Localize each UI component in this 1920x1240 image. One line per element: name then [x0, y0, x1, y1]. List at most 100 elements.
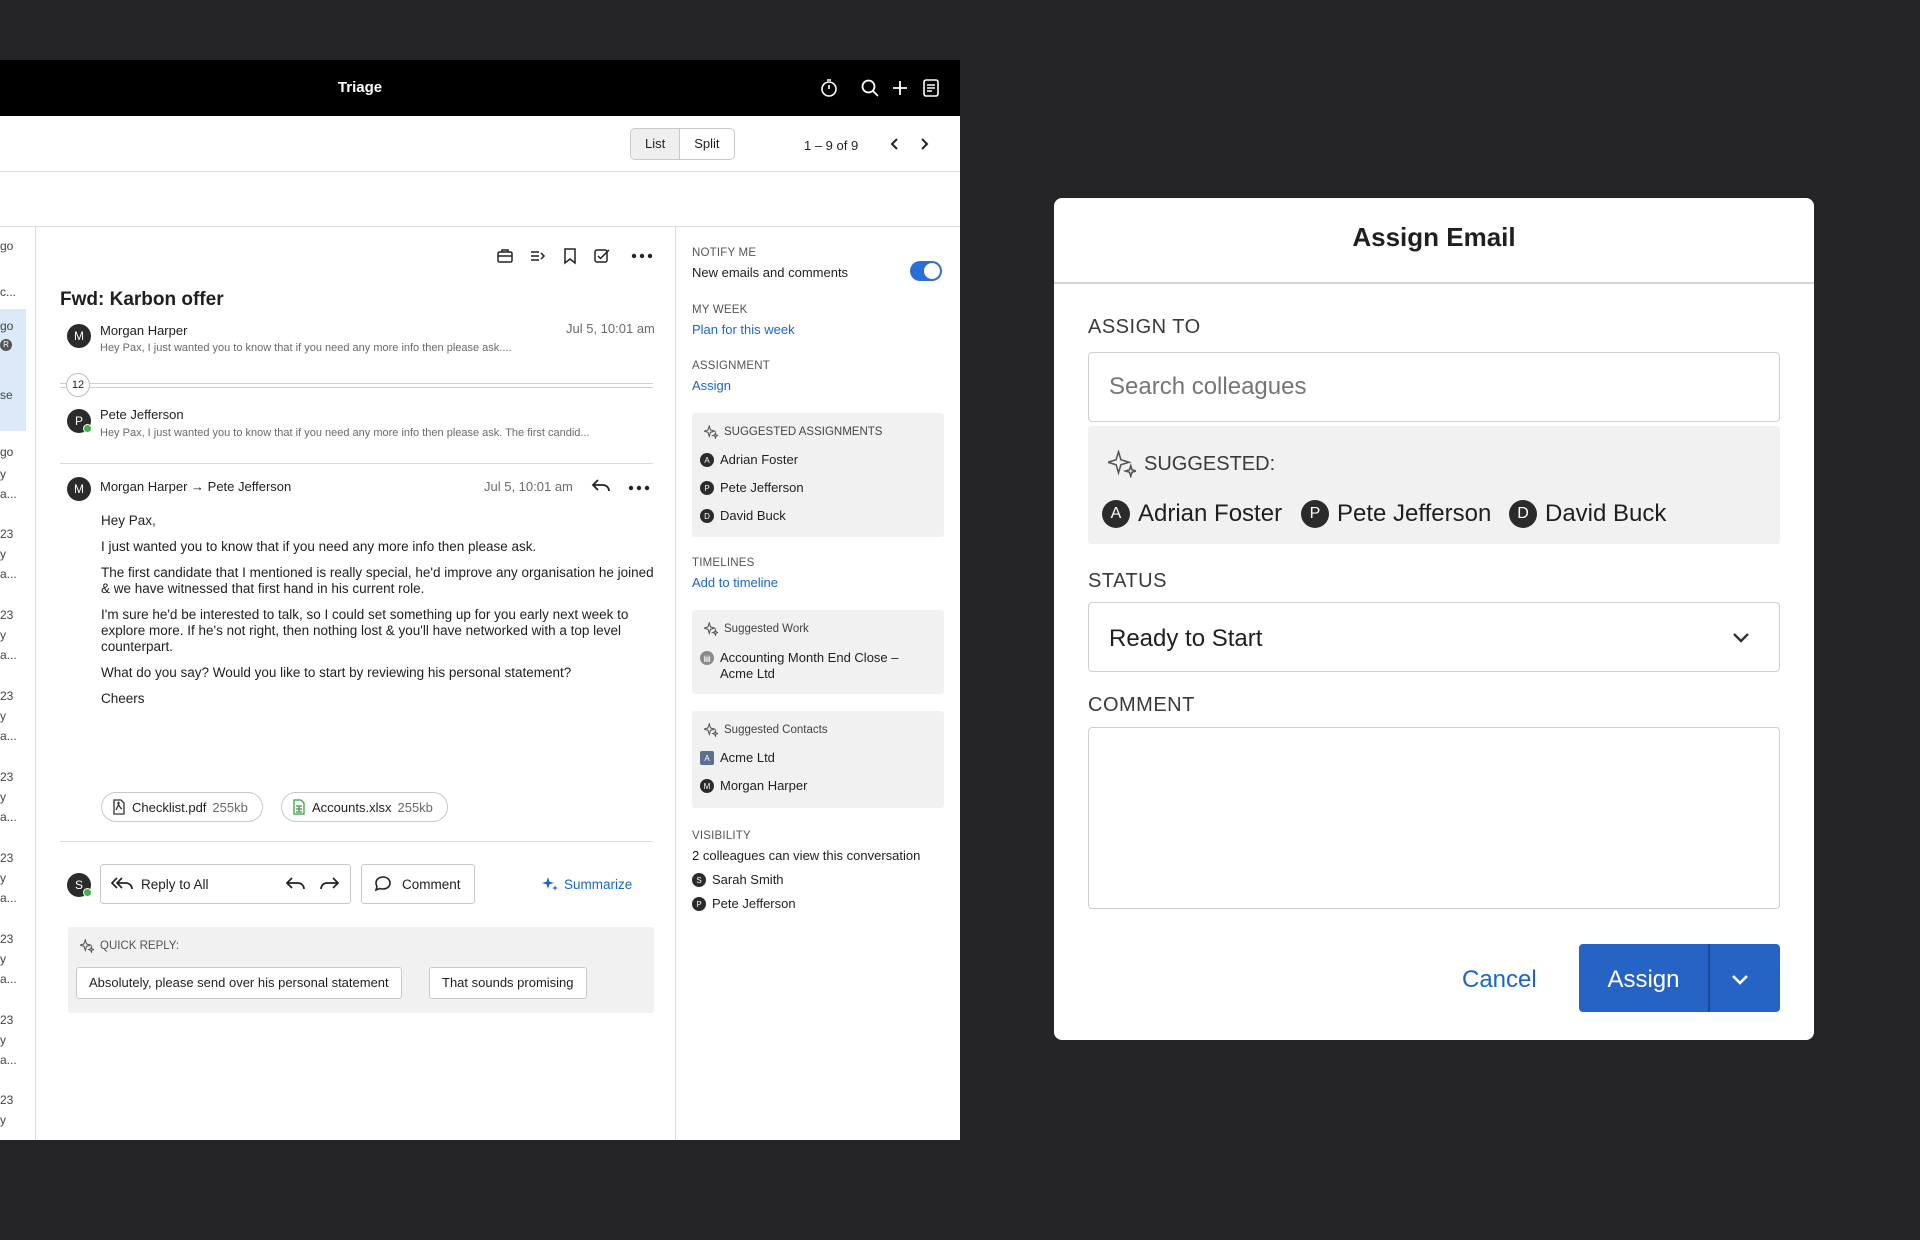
colleague-name: Adrian Foster — [1138, 500, 1283, 527]
suggested-person[interactable]: David Buck — [720, 508, 786, 523]
quick-reply-option[interactable]: That sounds promising — [429, 967, 587, 999]
thread-sender: Morgan Harper — [100, 323, 188, 338]
suggested-header: SUGGESTED: — [1108, 450, 1275, 478]
collapsed-count-badge[interactable]: 12 — [66, 373, 90, 397]
assign-button[interactable]: Assign — [1579, 966, 1708, 994]
list-item-text: y — [0, 790, 6, 804]
colleague-search-input[interactable] — [1088, 352, 1780, 422]
suggested-assignments-box: SUGGESTED ASSIGNMENTS A Adrian Foster P … — [692, 413, 944, 537]
list-item-text: a... — [0, 729, 17, 743]
email-subject: Fwd: Karbon offer — [60, 289, 224, 310]
plan-week-link[interactable]: Plan for this week — [692, 322, 795, 337]
status-select[interactable]: Ready to Start — [1088, 602, 1780, 672]
chevron-down-icon[interactable] — [1729, 968, 1751, 990]
comment-textarea[interactable] — [1088, 727, 1780, 909]
dialog-title: Assign Email — [1352, 222, 1516, 252]
list-item-text: 23 — [0, 608, 14, 622]
suggested-colleagues-panel: SUGGESTED: A Adrian Foster P Pete Jeffer… — [1088, 426, 1780, 544]
notify-toggle[interactable] — [910, 261, 942, 281]
chevron-right-icon[interactable] — [916, 136, 932, 152]
list-item-text: a... — [0, 1053, 17, 1067]
avatar: P — [692, 897, 706, 911]
reply-all-button[interactable]: Reply to All — [141, 877, 209, 892]
suggested-contacts-header: Suggested Contacts — [704, 723, 828, 737]
more-icon[interactable] — [631, 245, 653, 267]
suggested-work-item[interactable]: Accounting Month End Close – — [720, 650, 899, 665]
list-view-button[interactable]: List — [631, 129, 681, 159]
avatar: M — [67, 477, 91, 501]
search-icon[interactable] — [858, 76, 882, 100]
summarize-label: Summarize — [564, 876, 633, 892]
list-item-text: 23 — [0, 770, 14, 784]
comment-button[interactable]: Comment — [361, 864, 475, 904]
list-item-text: 23 — [0, 1093, 14, 1107]
suggested-contacts-box: Suggested Contacts A Acme Ltd M Morgan H… — [692, 711, 944, 808]
chevron-down-icon — [1733, 633, 1749, 643]
list-item-text: c... — [0, 285, 17, 299]
list-item-text: y — [0, 547, 6, 561]
suggested-contact[interactable]: Morgan Harper — [720, 778, 807, 793]
quick-reply-option[interactable]: Absolutely, please send over his persona… — [76, 967, 402, 999]
avatar: A — [700, 453, 714, 467]
suggested-person[interactable]: Adrian Foster — [720, 452, 798, 467]
briefcase-icon[interactable] — [494, 245, 516, 267]
notes-icon[interactable] — [919, 76, 943, 100]
attachment-chip[interactable]: Accounts.xlsx 255kb — [281, 792, 448, 822]
cancel-button[interactable]: Cancel — [1462, 966, 1537, 994]
suggested-colleague[interactable]: A Adrian Foster — [1102, 500, 1282, 528]
list-item-text: se — [0, 388, 13, 402]
email-list-strip: go c... go R se go y a... 23 y a... 23 y… — [0, 227, 36, 1140]
move-icon[interactable] — [527, 245, 549, 267]
reply-icon[interactable] — [286, 876, 306, 892]
list-item-text: a... — [0, 487, 17, 501]
list-item-avatar: R — [0, 339, 12, 351]
summarize-button[interactable]: Summarize — [542, 876, 632, 892]
avatar: A — [1102, 500, 1130, 528]
suggested-work-item[interactable]: Acme Ltd — [720, 666, 775, 681]
suggested-person[interactable]: Pete Jefferson — [720, 480, 804, 495]
list-item-text: y — [0, 1033, 6, 1047]
attachment-chip[interactable]: Checklist.pdf 255kb — [101, 792, 263, 822]
work-icon: ▤ — [700, 651, 714, 665]
list-item-text: 23 — [0, 689, 14, 703]
reply-all-icon[interactable] — [111, 876, 133, 892]
suggested-work-label: Suggested Work — [724, 623, 809, 635]
split-view-button[interactable]: Split — [680, 129, 733, 159]
reply-icon[interactable] — [590, 475, 612, 497]
list-item-text: 23 — [0, 851, 14, 865]
view-toggle: List Split — [630, 128, 735, 160]
visibility-text: 2 colleagues can view this conversation — [692, 848, 921, 863]
view-toolbar: List Split 1 – 9 of 9 — [0, 116, 960, 172]
body-paragraph: I just wanted you to know that if you ne… — [101, 539, 537, 554]
task-check-icon[interactable] — [591, 245, 613, 267]
body-paragraph: I'm sure he'd be interested to talk, so … — [101, 607, 629, 654]
add-timeline-link[interactable]: Add to timeline — [692, 575, 778, 590]
suggested-colleague[interactable]: P Pete Jefferson — [1301, 500, 1491, 528]
avatar: P — [1301, 500, 1329, 528]
online-indicator — [83, 424, 92, 433]
add-icon[interactable] — [888, 76, 912, 100]
suggested-contact[interactable]: Acme Ltd — [720, 750, 775, 765]
sparkle-icon — [80, 939, 94, 953]
sparkle-icon — [704, 622, 718, 636]
message-more-icon[interactable] — [628, 477, 650, 499]
chevron-left-icon[interactable] — [887, 136, 903, 152]
forward-icon[interactable] — [319, 876, 339, 892]
timer-icon[interactable] — [817, 76, 841, 100]
suggested-colleague[interactable]: D David Buck — [1509, 500, 1666, 528]
thread-date: Jul 5, 10:01 am — [566, 321, 655, 336]
suggested-work-header: Suggested Work — [704, 622, 809, 636]
list-item-text: y — [0, 709, 6, 723]
comment-label: COMMENT — [1088, 694, 1195, 716]
attachment-name: Accounts.xlsx — [312, 799, 392, 815]
message-body: Hey Pax, I just wanted you to know that … — [101, 513, 661, 717]
bookmark-icon[interactable] — [559, 245, 581, 267]
list-item-text: a... — [0, 648, 17, 662]
timelines-label: TIMELINES — [692, 557, 755, 569]
reply-all-group: Reply to All — [100, 864, 351, 904]
avatar: D — [700, 509, 714, 523]
assign-link[interactable]: Assign — [692, 378, 731, 393]
list-item-text: a... — [0, 891, 17, 905]
list-item-text: y — [0, 628, 6, 642]
list-item-text: y — [0, 467, 6, 481]
